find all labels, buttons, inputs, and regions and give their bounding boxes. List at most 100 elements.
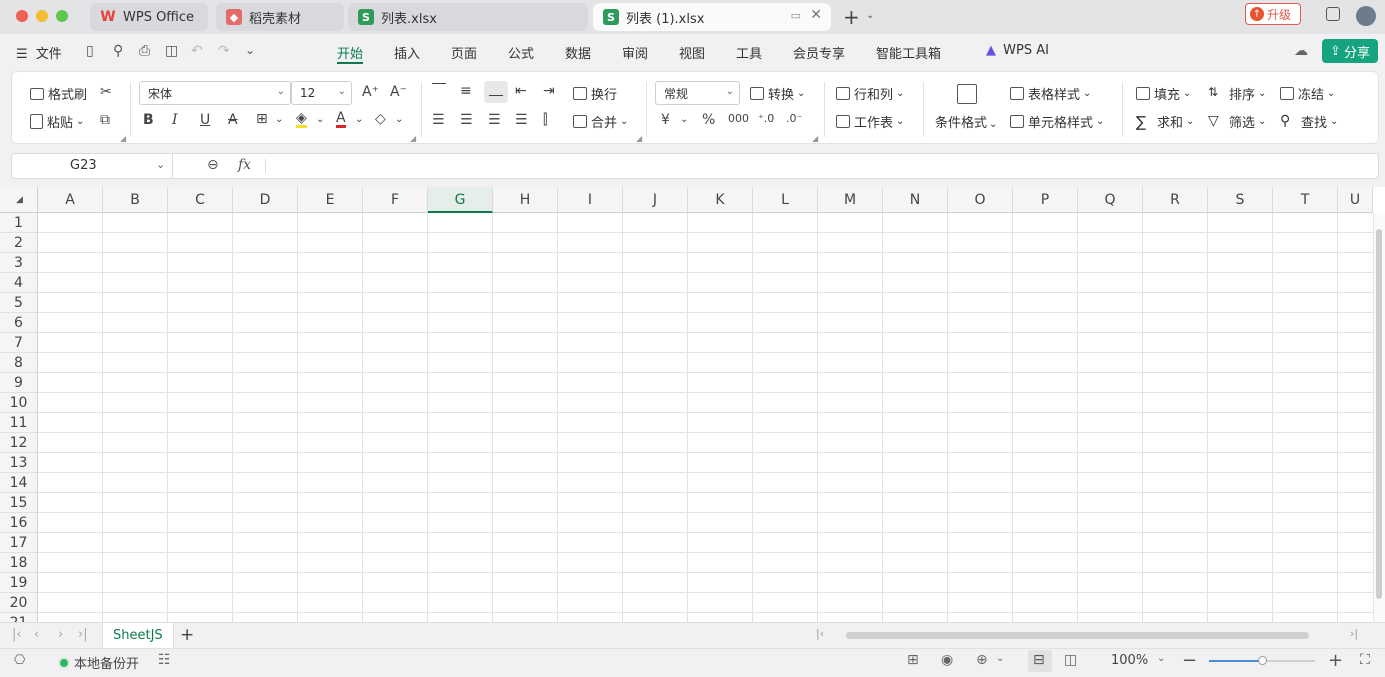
- chevron-down-icon[interactable]: ⌄: [866, 10, 874, 21]
- save-icon[interactable]: ▯: [86, 43, 94, 59]
- name-box[interactable]: G23 ⌄: [12, 154, 173, 178]
- decrease-decimal-icon[interactable]: .0⁻: [786, 112, 802, 125]
- column-header-b[interactable]: B: [103, 187, 168, 213]
- column-header-d[interactable]: D: [233, 187, 298, 213]
- local-backup-status[interactable]: 本地备份开: [58, 653, 139, 672]
- filter-button[interactable]: ▽ 筛选 ⌄: [1208, 112, 1266, 131]
- paste-button[interactable]: 粘贴 ⌄: [30, 112, 84, 131]
- search-doc-icon[interactable]: ⚲: [113, 43, 123, 59]
- sheet-tab-sheetjs[interactable]: SheetJS: [102, 623, 174, 648]
- column-header-c[interactable]: C: [168, 187, 233, 213]
- scroll-right-icon[interactable]: ›|: [1350, 627, 1358, 640]
- worksheet-button[interactable]: 工作表 ⌄: [836, 112, 904, 131]
- conditional-format-button[interactable]: 条件格式 ⌄: [935, 80, 1001, 138]
- row-header-12[interactable]: 12: [0, 433, 38, 453]
- thousands-separator-icon[interactable]: 000: [728, 112, 749, 125]
- column-header-f[interactable]: F: [363, 187, 428, 213]
- zoom-window-icon[interactable]: [56, 10, 68, 22]
- fill-color-icon[interactable]: ◈: [296, 111, 307, 128]
- align-middle-icon[interactable]: ≡: [460, 83, 472, 99]
- font-name-select[interactable]: 宋体 ⌄: [139, 81, 291, 105]
- chevron-down-icon[interactable]: ⌄: [275, 114, 283, 125]
- row-header-18[interactable]: 18: [0, 553, 38, 573]
- chevron-down-icon[interactable]: ⌄: [680, 114, 688, 125]
- percent-icon[interactable]: %: [702, 112, 715, 128]
- column-header-k[interactable]: K: [688, 187, 753, 213]
- tab-formula[interactable]: 公式: [508, 43, 534, 62]
- number-format-select[interactable]: 常规 ⌄: [655, 81, 740, 105]
- chevron-down-icon[interactable]: ⌄: [395, 114, 403, 125]
- print-preview-icon[interactable]: ◫: [165, 43, 178, 59]
- border-icon[interactable]: ⊞: [256, 111, 268, 127]
- upgrade-button[interactable]: ↑ 升级: [1245, 3, 1301, 25]
- row-header-17[interactable]: 17: [0, 533, 38, 553]
- new-tab-icon[interactable]: +: [843, 5, 860, 29]
- file-menu[interactable]: ☰ 文件: [16, 43, 62, 62]
- merge-button[interactable]: 合并 ⌄: [573, 112, 628, 131]
- column-header-o[interactable]: O: [948, 187, 1013, 213]
- notes-icon[interactable]: ☷: [158, 652, 171, 668]
- bold-icon[interactable]: B: [143, 112, 154, 128]
- zoom-formula-icon[interactable]: ⊖: [207, 157, 219, 173]
- column-header-t[interactable]: T: [1273, 187, 1338, 213]
- print-icon[interactable]: ⎙: [139, 43, 150, 59]
- page-break-view-icon[interactable]: ◫: [1064, 652, 1077, 668]
- align-left-icon[interactable]: ☰: [432, 112, 445, 128]
- decrease-font-icon[interactable]: A⁻: [390, 84, 407, 100]
- spreadsheet-grid[interactable]: ABCDEFGHIJKLMNOPQRSTU 1 2 3 4 5 6 7 8 9 10 11 12 13 1…: [0, 187, 1385, 622]
- fill-button[interactable]: 填充 ⌄: [1136, 84, 1191, 103]
- last-sheet-icon[interactable]: ›|: [78, 627, 88, 642]
- chevron-down-icon[interactable]: ⌄: [1157, 653, 1165, 664]
- font-size-select[interactable]: 12 ⌄: [291, 81, 352, 105]
- window-mode-icon[interactable]: [1326, 7, 1340, 21]
- strikethrough-icon[interactable]: A: [228, 112, 238, 128]
- tab-data[interactable]: 数据: [565, 43, 591, 62]
- minimize-window-icon[interactable]: [36, 10, 48, 22]
- table-style-button[interactable]: 表格样式 ⌄: [1010, 84, 1091, 103]
- tab-smart-toolbox[interactable]: 智能工具箱: [876, 43, 941, 62]
- row-header-15[interactable]: 15: [0, 493, 38, 513]
- fullscreen-icon[interactable]: ⛶: [1360, 652, 1370, 668]
- dialog-launcher-icon[interactable]: ◢: [812, 134, 818, 143]
- freeze-button[interactable]: 冻结 ⌄: [1280, 84, 1335, 103]
- column-header-r[interactable]: R: [1143, 187, 1208, 213]
- select-all-corner[interactable]: ◢: [0, 187, 38, 213]
- row-header-19[interactable]: 19: [0, 573, 38, 593]
- align-top-icon[interactable]: ⎺: [432, 82, 446, 98]
- row-header-5[interactable]: 5: [0, 293, 38, 313]
- zoom-in-icon[interactable]: +: [1328, 650, 1343, 671]
- insert-function-icon[interactable]: fx: [238, 157, 251, 173]
- find-button[interactable]: ⚲ 查找 ⌄: [1280, 112, 1338, 131]
- vertical-scrollbar[interactable]: [1373, 213, 1385, 622]
- row-header-13[interactable]: 13: [0, 453, 38, 473]
- distributed-align-icon[interactable]: ⫿: [543, 112, 547, 128]
- close-tab-icon[interactable]: ✕: [810, 7, 822, 23]
- align-bottom-icon[interactable]: ⎽: [484, 81, 508, 103]
- dialog-launcher-icon[interactable]: ◢: [410, 134, 416, 143]
- eye-protection-icon[interactable]: ◉: [941, 652, 953, 668]
- tab-view[interactable]: 视图: [679, 43, 705, 62]
- quick-access-chevron-icon[interactable]: ⌄: [245, 43, 255, 57]
- chevron-down-icon[interactable]: ⌄: [355, 114, 363, 125]
- increase-font-icon[interactable]: A⁺: [362, 84, 379, 100]
- zoom-slider-handle[interactable]: [1258, 656, 1267, 665]
- vertical-scroll-thumb[interactable]: [1376, 229, 1382, 599]
- italic-icon[interactable]: I: [172, 112, 178, 128]
- row-header-2[interactable]: 2: [0, 233, 38, 253]
- increase-indent-icon[interactable]: ⇥: [543, 83, 555, 99]
- tab-wps-office[interactable]: W WPS Office: [90, 3, 208, 31]
- column-header-i[interactable]: I: [558, 187, 623, 213]
- format-painter-button[interactable]: 格式刷: [30, 84, 87, 103]
- clear-format-icon[interactable]: ◇: [375, 111, 386, 127]
- column-header-g[interactable]: G: [428, 187, 493, 213]
- row-header-4[interactable]: 4: [0, 273, 38, 293]
- justify-icon[interactable]: ☰: [515, 112, 528, 128]
- row-header-6[interactable]: 6: [0, 313, 38, 333]
- font-color-icon[interactable]: A: [336, 111, 346, 128]
- convert-button[interactable]: 转换 ⌄: [750, 84, 805, 103]
- add-sheet-icon[interactable]: +: [180, 625, 194, 645]
- column-header-u[interactable]: U: [1338, 187, 1373, 213]
- chevron-down-icon[interactable]: ⌄: [996, 653, 1004, 664]
- row-header-16[interactable]: 16: [0, 513, 38, 533]
- align-right-icon[interactable]: ☰: [488, 112, 501, 128]
